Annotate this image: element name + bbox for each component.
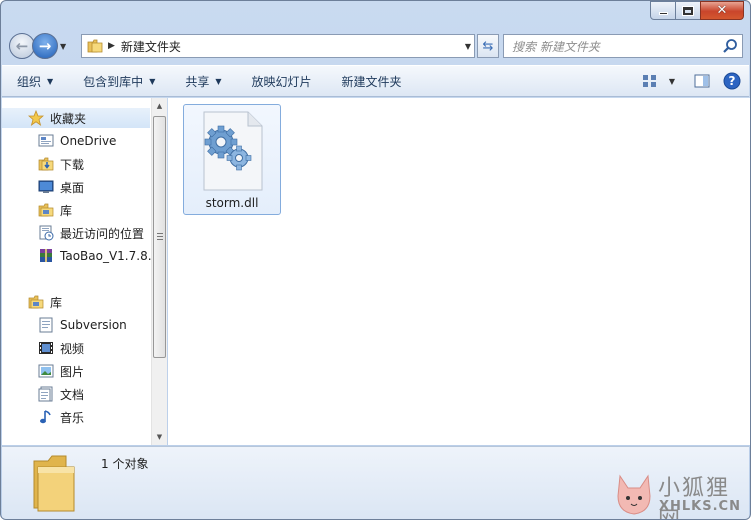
- nav-item-label: 下载: [60, 157, 85, 172]
- videos-icon: [39, 342, 53, 354]
- nav-item-subversion[interactable]: Subversion: [38, 315, 127, 335]
- nav-item-onedrive[interactable]: OneDrive: [38, 131, 116, 151]
- scroll-thumb[interactable]: [153, 116, 166, 358]
- navigation-pane: 收藏夹 OneDrive 下载 桌面 库 最近访问的位置 TaoBao_V1.7…: [2, 98, 167, 445]
- minimize-button[interactable]: [650, 1, 676, 20]
- star-icon: [28, 110, 44, 126]
- slideshow-label: 放映幻灯片: [251, 74, 312, 89]
- nav-item-label: Subversion: [60, 318, 127, 332]
- view-controls: ▼ ?: [629, 72, 741, 90]
- address-bar[interactable]: ▶ 新建文件夹 ▼: [81, 34, 475, 58]
- nav-item-label: 视频: [60, 341, 85, 356]
- winrar-icon: [40, 249, 52, 262]
- nav-item-library[interactable]: 库: [38, 200, 72, 220]
- nav-item-desktop[interactable]: 桌面: [38, 177, 84, 197]
- grip-icon: [157, 233, 163, 240]
- nav-libraries-label: 库: [50, 295, 63, 310]
- navigation-bar: ← → ▼ ▶ 新建文件夹 ▼ ⇆ 搜索 新建文件夹: [9, 31, 743, 61]
- onedrive-icon: [38, 134, 54, 147]
- folder-icon: [33, 455, 75, 512]
- include-in-library-button[interactable]: 包含到库中 ▼: [68, 73, 170, 90]
- nav-pane-scrollbar[interactable]: ▲ ▼: [151, 98, 167, 445]
- dll-gears-icon: [203, 111, 263, 191]
- slideshow-button[interactable]: 放映幻灯片: [237, 73, 327, 90]
- address-history-dropdown[interactable]: ▼: [465, 42, 471, 51]
- nav-item-label: 音乐: [60, 410, 85, 425]
- nav-item-label: OneDrive: [60, 134, 117, 148]
- view-dropdown-icon[interactable]: ▼: [663, 72, 681, 90]
- recent-pages-dropdown[interactable]: ▼: [60, 42, 70, 51]
- scroll-down-icon[interactable]: ▼: [152, 429, 167, 445]
- search-icon[interactable]: [722, 38, 738, 54]
- nav-favorites-label: 收藏夹: [50, 111, 87, 126]
- nav-item-label: TaoBao_V1.7.8.: [60, 249, 152, 263]
- nav-item-label: 文档: [60, 387, 85, 402]
- close-icon: ✕: [716, 3, 728, 18]
- nav-item-pictures[interactable]: 图片: [38, 361, 84, 381]
- explorer-window: ✕ ← → ▼ ▶ 新建文件夹 ▼ ⇆ 搜索 新建文件夹 组织 ▼ 包含到库中 ▼ …: [0, 0, 751, 520]
- nav-libraries-header[interactable]: 库: [28, 292, 62, 312]
- nav-item-videos[interactable]: 视频: [38, 338, 84, 358]
- music-icon: [40, 410, 51, 424]
- nav-item-documents[interactable]: 文档: [38, 384, 84, 404]
- caption-buttons: ✕: [650, 1, 744, 20]
- nav-item-label: 桌面: [60, 180, 85, 195]
- nav-favorites-header[interactable]: 收藏夹: [2, 108, 150, 128]
- include-in-library-label: 包含到库中: [83, 74, 144, 89]
- item-count-text: 1 个对象: [101, 457, 149, 471]
- back-arrow-icon: ←: [15, 37, 29, 55]
- nav-item-taobao[interactable]: TaoBao_V1.7.8.: [38, 246, 152, 266]
- fox-logo-icon: [617, 474, 651, 515]
- nav-item-label: 库: [60, 203, 73, 218]
- change-view-icon[interactable]: [641, 72, 659, 90]
- breadcrumb-current[interactable]: 新建文件夹: [121, 38, 181, 55]
- chevron-down-icon: ▼: [215, 76, 222, 86]
- pictures-icon: [38, 364, 54, 378]
- breadcrumb-separator-icon[interactable]: ▶: [108, 41, 115, 51]
- minimize-icon: [658, 12, 668, 15]
- nav-item-music[interactable]: 音乐: [38, 407, 84, 427]
- nav-item-recent-places[interactable]: 最近访问的位置: [38, 223, 144, 243]
- search-placeholder: 搜索 新建文件夹: [512, 39, 600, 54]
- file-list-view[interactable]: storm.dll: [168, 98, 750, 445]
- library-icon: [38, 203, 54, 217]
- command-bar: 组织 ▼ 包含到库中 ▼ 共享 ▼ 放映幻灯片 新建文件夹 ▼ ?: [2, 65, 749, 97]
- preview-pane-icon[interactable]: [693, 72, 711, 90]
- recent-places-icon: [39, 225, 54, 241]
- watermark-text-en: XHLKS.CN: [659, 499, 741, 514]
- scroll-up-icon[interactable]: ▲: [152, 98, 167, 114]
- maximize-icon: [682, 5, 694, 16]
- nav-item-label: 图片: [60, 364, 85, 379]
- documents-icon: [38, 386, 53, 402]
- site-watermark: 小狐狸网 XHLKS.CN: [614, 470, 750, 519]
- help-icon[interactable]: ?: [723, 72, 741, 90]
- chevron-down-icon: ▼: [149, 76, 156, 86]
- organize-button[interactable]: 组织 ▼: [2, 73, 68, 90]
- library-icon: [28, 295, 44, 309]
- search-input[interactable]: 搜索 新建文件夹: [503, 34, 743, 58]
- file-item-storm-dll[interactable]: storm.dll: [183, 104, 281, 215]
- svg-text:?: ?: [729, 74, 736, 88]
- maximize-button[interactable]: [675, 1, 701, 20]
- forward-button[interactable]: →: [32, 33, 58, 59]
- desktop-icon: [38, 180, 54, 193]
- forward-arrow-icon: →: [38, 37, 52, 55]
- share-button[interactable]: 共享 ▼: [170, 73, 236, 90]
- organize-label: 组织: [17, 74, 42, 89]
- nav-item-label: 最近访问的位置: [60, 226, 145, 241]
- new-folder-button[interactable]: 新建文件夹: [327, 73, 417, 90]
- new-folder-label: 新建文件夹: [341, 74, 402, 89]
- downloads-icon: [38, 157, 54, 171]
- folder-icon: [87, 39, 103, 53]
- nav-item-downloads[interactable]: 下载: [38, 154, 84, 174]
- file-name-label: storm.dll: [205, 196, 259, 210]
- refresh-button[interactable]: ⇆: [477, 34, 499, 58]
- share-label: 共享: [185, 74, 210, 89]
- close-button[interactable]: ✕: [700, 1, 744, 20]
- chevron-down-icon: ▼: [47, 76, 54, 86]
- refresh-icon: ⇆: [482, 38, 494, 54]
- subversion-icon: [39, 317, 53, 333]
